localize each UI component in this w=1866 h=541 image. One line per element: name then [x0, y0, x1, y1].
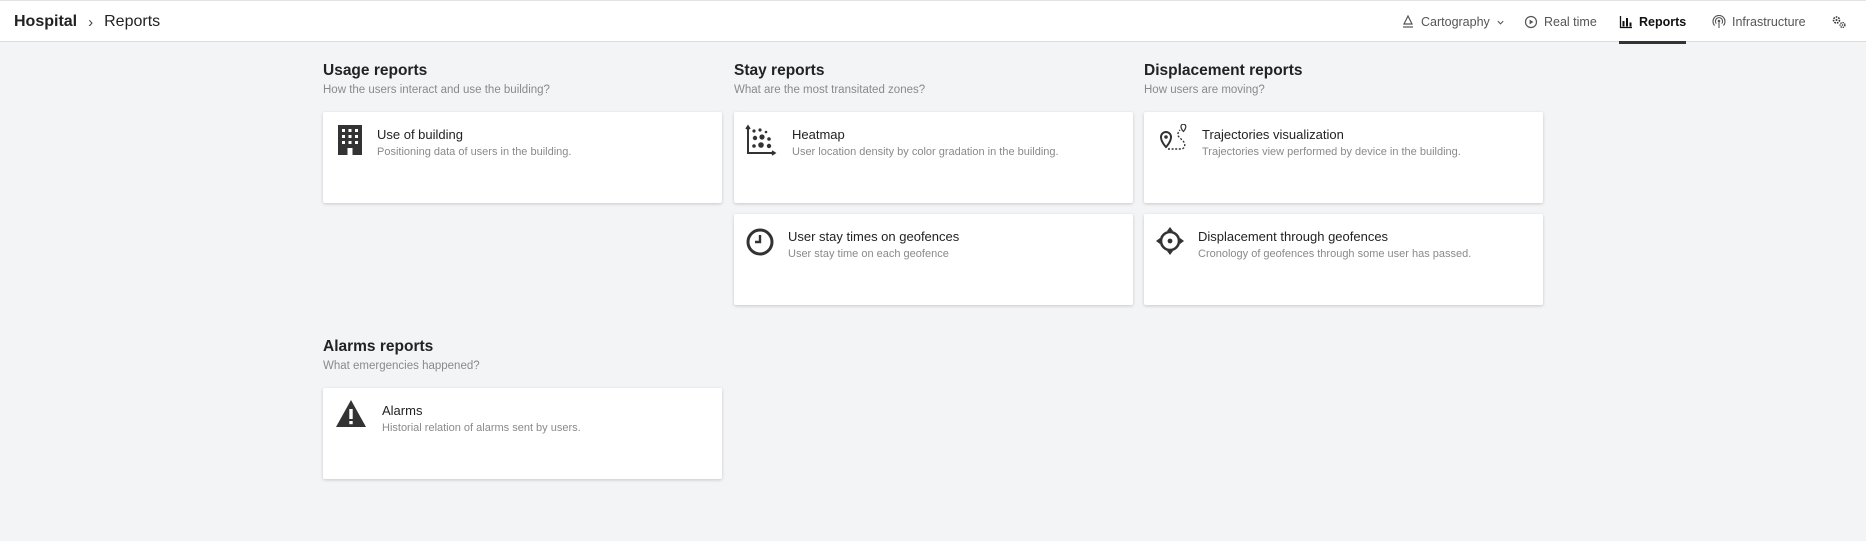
trajectory-icon	[1155, 124, 1187, 156]
warning-icon	[335, 398, 367, 430]
nav-reports-label: Reports	[1639, 15, 1687, 29]
card-description: Cronology of geofences through some user…	[1198, 248, 1472, 260]
stay-reports-title: Stay reports	[734, 62, 825, 79]
settings-button[interactable]	[1831, 1, 1847, 43]
card-description: Trajectories view performed by device in…	[1202, 146, 1461, 158]
stay-reports-subtitle: What are the most transitated zones?	[734, 84, 926, 96]
card-displacement-through-geofences[interactable]: Displacement through geofences Cronology…	[1144, 214, 1543, 305]
antenna-icon	[1712, 15, 1726, 29]
breadcrumb-separator: ›	[88, 13, 94, 31]
top-bar: Hospital › Reports Cartography Real time…	[0, 0, 1866, 44]
gears-icon	[1831, 14, 1847, 30]
nav-infrastructure-label: Infrastructure	[1732, 15, 1806, 29]
card-title: User stay times on geofences	[788, 229, 960, 244]
card-description: User stay time on each geofence	[788, 248, 949, 260]
nav-real-time-label: Real time	[1544, 15, 1597, 29]
chevron-down-icon	[1496, 15, 1505, 29]
clock-icon	[745, 226, 777, 258]
usage-reports-subtitle: How the users interact and use the build…	[323, 84, 550, 96]
card-title: Use of building	[377, 127, 463, 142]
card-description: Historial relation of alarms sent by use…	[382, 422, 581, 434]
bar-chart-icon	[1619, 15, 1633, 29]
play-circle-icon	[1524, 15, 1538, 29]
displacement-reports-subtitle: How users are moving?	[1144, 84, 1265, 96]
card-heatmap[interactable]: Heatmap User location density by color g…	[734, 112, 1133, 203]
nav-infrastructure[interactable]: Infrastructure	[1712, 1, 1806, 43]
card-use-of-building[interactable]: Use of building Positioning data of user…	[323, 112, 722, 203]
crosshair-icon	[1155, 226, 1187, 258]
nav-real-time[interactable]: Real time	[1524, 1, 1597, 43]
breadcrumb-root[interactable]: Hospital	[14, 13, 77, 31]
heatmap-icon	[745, 124, 777, 156]
nav-cartography[interactable]: Cartography	[1401, 1, 1505, 43]
card-title: Heatmap	[792, 127, 845, 142]
nav-reports[interactable]: Reports	[1619, 1, 1687, 44]
displacement-reports-title: Displacement reports	[1144, 62, 1303, 79]
card-description: Positioning data of users in the buildin…	[377, 146, 572, 158]
cartography-icon	[1401, 15, 1415, 29]
card-title: Alarms	[382, 403, 423, 418]
card-description: User location density by color gradation…	[792, 146, 1059, 158]
usage-reports-title: Usage reports	[323, 62, 428, 79]
card-title: Displacement through geofences	[1198, 229, 1389, 244]
breadcrumb-current: Reports	[104, 13, 161, 30]
breadcrumb: Hospital › Reports	[14, 1, 160, 43]
building-icon	[334, 124, 366, 156]
alarms-reports-title: Alarms reports	[323, 338, 434, 355]
card-user-stay-times[interactable]: User stay times on geofences User stay t…	[734, 214, 1133, 305]
card-alarms[interactable]: Alarms Historial relation of alarms sent…	[323, 388, 722, 479]
card-title: Trajectories visualization	[1202, 127, 1344, 142]
alarms-reports-subtitle: What emergencies happened?	[323, 360, 480, 372]
nav-cartography-label: Cartography	[1421, 15, 1490, 29]
card-trajectories-visualization[interactable]: Trajectories visualization Trajectories …	[1144, 112, 1543, 203]
